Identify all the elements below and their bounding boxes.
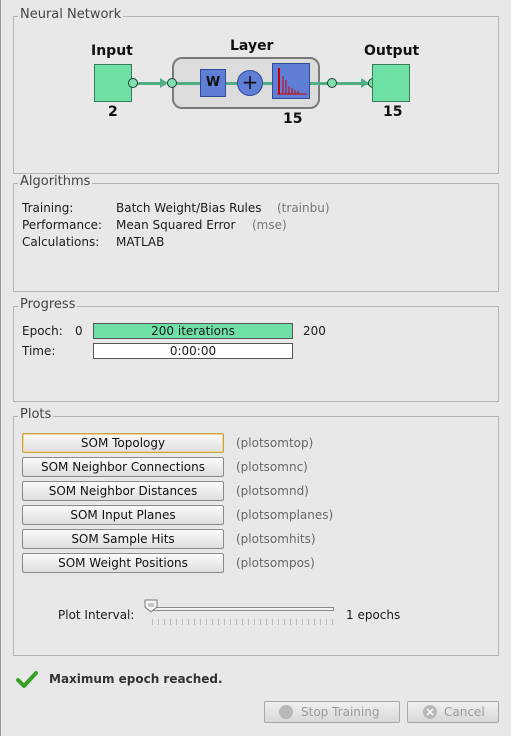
cancel-label: Cancel (444, 705, 485, 719)
som-neighbor-connections-code: (plotsomnc) (236, 460, 308, 474)
som-weight-positions-code: (plotsompos) (236, 556, 315, 570)
algorithms-title: Algorithms (18, 174, 93, 189)
plot-interval-slider-thumb[interactable] (144, 599, 158, 613)
som-neighbor-connections-button[interactable]: SOM Neighbor Connections (22, 457, 224, 477)
performance-value: Mean Squared Error (116, 218, 236, 232)
algorithms-panel: Algorithms Training: Batch Weight/Bias R… (13, 174, 499, 292)
cancel-icon (423, 705, 437, 719)
performance-label: Performance: (22, 218, 103, 232)
time-label: Time: (22, 344, 56, 358)
wire-weight-sum (226, 82, 237, 85)
output-block (372, 64, 410, 102)
som-input-planes-code: (plotsomplanes) (236, 508, 334, 522)
calculations-value: MATLAB (116, 235, 165, 249)
input-block (94, 64, 132, 102)
input-label: Input (91, 43, 133, 59)
epoch-end: 200 (303, 324, 326, 338)
weight-block: W (200, 69, 226, 97)
epoch-progress-text: 200 iterations (151, 324, 235, 338)
plots-panel: Plots SOM Topology (plotsomtop) SOM Neig… (13, 407, 499, 656)
wire-transfer-out (310, 82, 328, 85)
som-neighbor-distances-button[interactable]: SOM Neighbor Distances (22, 481, 224, 501)
epoch-label: Epoch: (22, 324, 63, 338)
output-label: Output (364, 43, 420, 59)
layer-in-node (167, 78, 177, 88)
performance-code: (mse) (252, 218, 287, 232)
training-label: Training: (22, 201, 74, 215)
neural-network-panel: Neural Network Input 2 Layer W + 15 Outp… (13, 7, 499, 174)
plot-interval-slider-ticks (152, 619, 334, 625)
training-value: Batch Weight/Bias Rules (116, 201, 262, 215)
checkmark-icon (16, 671, 38, 688)
status-message: Maximum epoch reached. (49, 672, 223, 686)
layer-label: Layer (230, 38, 274, 54)
stop-icon (279, 705, 293, 719)
wire-sum-transfer (263, 82, 272, 85)
neural-network-title: Neural Network (18, 7, 124, 22)
cancel-button[interactable]: Cancel (407, 701, 499, 723)
input-node (128, 78, 138, 88)
layer-size: 15 (283, 111, 303, 127)
x-icon (426, 708, 434, 716)
epoch-start: 0 (75, 324, 83, 338)
layer-out-node (327, 78, 337, 88)
calculations-label: Calculations: (22, 235, 100, 249)
som-weight-positions-button[interactable]: SOM Weight Positions (22, 553, 224, 573)
som-input-planes-button[interactable]: SOM Input Planes (22, 505, 224, 525)
som-topology-button[interactable]: SOM Topology (22, 433, 224, 453)
plots-title: Plots (18, 407, 54, 422)
sum-symbol: + (241, 70, 259, 94)
stop-training-button[interactable]: Stop Training (264, 701, 400, 723)
time-text: 0:00:00 (169, 344, 217, 358)
som-topology-code: (plotsomtop) (236, 436, 314, 450)
stop-training-label: Stop Training (301, 705, 380, 719)
progress-panel: Progress Epoch: 0 200 iterations 200 Tim… (13, 297, 499, 402)
training-code: (trainbu) (277, 201, 330, 215)
plot-interval-value: 1 epochs (346, 608, 401, 622)
weight-symbol: W (205, 75, 221, 90)
plot-interval-slider-track[interactable] (152, 607, 334, 611)
time-bar: 0:00:00 (93, 343, 293, 359)
plot-interval-label: Plot Interval: (58, 608, 135, 622)
output-size: 15 (383, 104, 403, 120)
transfer-function-icon (277, 68, 307, 95)
wire-layer-weight (177, 82, 200, 85)
epoch-progress-bar: 200 iterations (93, 323, 293, 339)
som-sample-hits-code: (plotsomhits) (236, 532, 316, 546)
som-neighbor-distances-code: (plotsomnd) (236, 484, 309, 498)
som-sample-hits-button[interactable]: SOM Sample Hits (22, 529, 224, 549)
progress-title: Progress (18, 297, 78, 312)
transfer-function-block (272, 63, 310, 99)
sum-node: + (237, 70, 263, 96)
input-size: 2 (108, 104, 118, 120)
